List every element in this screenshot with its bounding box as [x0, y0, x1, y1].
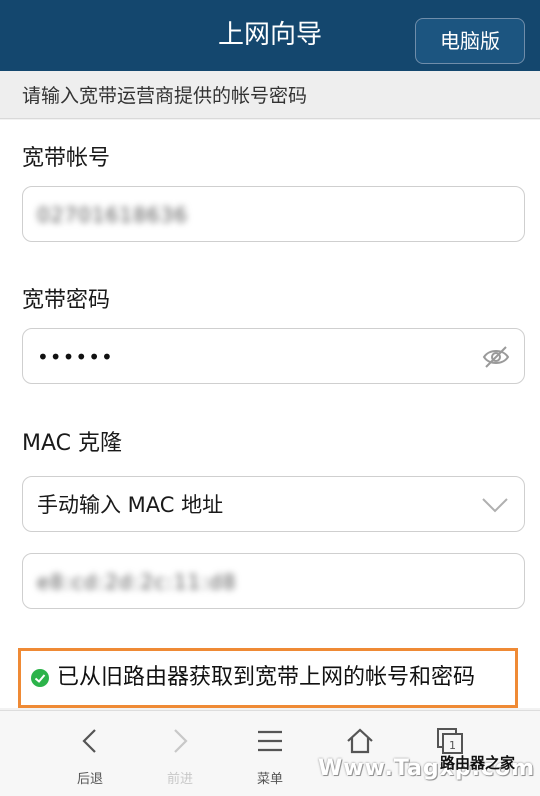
account-input[interactable]: 02701618636	[22, 186, 525, 242]
home-icon	[347, 728, 373, 754]
form-panel: 宽带帐号 02701618636 宽带密码 •••••• MAC 克隆 手动输入…	[0, 120, 540, 708]
menu-label: 菜单	[256, 772, 283, 787]
mac-address-input[interactable]: e8:cd:2d:2c:11:d8	[22, 553, 525, 609]
account-value: 02701618636	[37, 203, 188, 227]
instruction-text: 请输入宽带运营商提供的帐号密码	[22, 85, 308, 107]
account-label: 宽带帐号	[22, 146, 111, 171]
mac-address-value: e8:cd:2d:2c:11:d8	[37, 570, 237, 594]
chevron-left-icon	[82, 729, 96, 753]
eye-icon[interactable]	[482, 344, 510, 370]
menu-button[interactable]: 菜单	[235, 711, 305, 796]
menu-icon	[258, 730, 282, 752]
password-input[interactable]: ••••••	[22, 328, 525, 384]
back-button[interactable]: 后退	[55, 711, 125, 796]
forward-button[interactable]: 前进	[145, 711, 215, 796]
home-button[interactable]	[325, 711, 395, 796]
back-label: 后退	[76, 772, 103, 787]
watermark-text: 路由器之家	[440, 754, 516, 772]
status-message-box: 已从旧路由器获取到宽带上网的帐号和密码	[18, 648, 518, 708]
instruction-bar: 请输入宽带运营商提供的帐号密码	[0, 71, 540, 119]
forward-label: 前进	[166, 772, 193, 787]
mac-mode-selected: 手动输入 MAC 地址	[37, 493, 224, 517]
top-bar: 上网向导 电脑版	[0, 0, 540, 71]
password-label: 宽带密码	[22, 288, 111, 313]
mac-mode-select[interactable]: 手动输入 MAC 地址	[22, 476, 525, 532]
windows-icon: 1	[437, 728, 463, 754]
password-value: ••••••	[37, 345, 114, 369]
chevron-down-icon	[482, 498, 508, 513]
windows-count-badge: 1	[449, 739, 456, 752]
status-message: 已从旧路由器获取到宽带上网的帐号和密码	[57, 665, 476, 690]
pc-version-button[interactable]: 电脑版	[415, 18, 525, 64]
mac-clone-label: MAC 克隆	[22, 431, 122, 456]
check-circle-icon	[31, 669, 49, 687]
chevron-right-icon	[174, 729, 188, 753]
